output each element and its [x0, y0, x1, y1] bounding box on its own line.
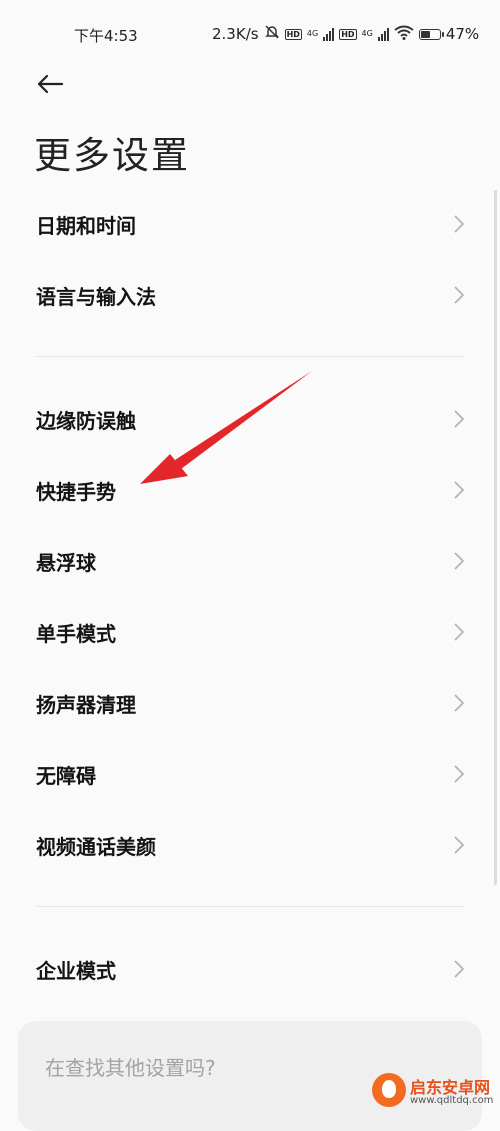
battery-percent: 47%	[445, 25, 480, 43]
setting-item-label: 边缘防误触	[36, 408, 136, 433]
setting-item-label: 扬声器清理	[36, 692, 136, 717]
network-type-1: 4G	[306, 29, 319, 38]
setting-item-label: 视频通话美颜	[36, 834, 156, 859]
chevron-right-icon	[454, 836, 465, 854]
chevron-right-icon	[454, 215, 465, 233]
battery-icon	[418, 28, 444, 40]
signal-icon-2	[377, 27, 389, 41]
setting-item-accessibility[interactable]: 无障碍	[0, 739, 500, 809]
setting-item-video-call-beauty[interactable]: 视频通话美颜	[0, 810, 500, 880]
setting-item-label: 悬浮球	[36, 550, 96, 575]
status-bar: 下午4:53 2.3K/s HD 4G HD 4G 47%	[0, 0, 500, 70]
hd-icon: HD	[284, 28, 302, 40]
chevron-right-icon	[454, 623, 465, 641]
setting-item-quick-gestures[interactable]: 快捷手势	[0, 455, 500, 525]
chevron-right-icon	[454, 410, 465, 428]
status-time: 下午4:53	[74, 27, 138, 45]
arrow-left-icon	[37, 74, 64, 94]
watermark-url: www.qdltdq.com	[410, 1095, 494, 1106]
chevron-right-icon	[454, 286, 465, 304]
watermark-logo-icon	[372, 1073, 406, 1107]
page-title: 更多设置	[34, 134, 190, 177]
section-divider	[36, 906, 464, 907]
mute-bell-icon	[264, 24, 280, 44]
chevron-right-icon	[454, 960, 465, 978]
hd-icon-2: HD	[339, 28, 357, 40]
chevron-right-icon	[454, 765, 465, 783]
setting-item-label: 语言与输入法	[36, 284, 156, 309]
setting-item-edge-protection[interactable]: 边缘防误触	[0, 384, 500, 454]
setting-item-enterprise-mode[interactable]: 企业模式	[0, 934, 500, 1004]
setting-item-label: 单手模式	[36, 621, 116, 646]
signal-icon	[323, 27, 335, 41]
setting-item-language-input[interactable]: 语言与输入法	[0, 260, 500, 330]
chevron-right-icon	[454, 552, 465, 570]
setting-item-label: 企业模式	[36, 958, 116, 983]
setting-item-label: 无障碍	[36, 763, 96, 788]
setting-item-date-time[interactable]: 日期和时间	[0, 189, 500, 259]
chevron-right-icon	[454, 481, 465, 499]
back-button[interactable]	[30, 66, 70, 102]
chevron-right-icon	[454, 694, 465, 712]
setting-item-one-handed-mode[interactable]: 单手模式	[0, 597, 500, 667]
network-type-2: 4G	[361, 29, 373, 38]
setting-item-floating-ball[interactable]: 悬浮球	[0, 526, 500, 596]
wifi-icon	[394, 25, 414, 44]
setting-item-speaker-cleaning[interactable]: 扬声器清理	[0, 668, 500, 738]
network-speed: 2.3K/s	[212, 25, 259, 43]
search-other-settings-text: 在查找其他设置吗?	[45, 1056, 216, 1080]
setting-item-label: 快捷手势	[36, 479, 116, 504]
setting-item-label: 日期和时间	[36, 213, 136, 238]
section-divider	[36, 356, 464, 357]
status-icons: 2.3K/s HD 4G HD 4G 47%	[212, 24, 479, 44]
watermark: 启东安卓网 www.qdltdq.com	[372, 1073, 500, 1111]
